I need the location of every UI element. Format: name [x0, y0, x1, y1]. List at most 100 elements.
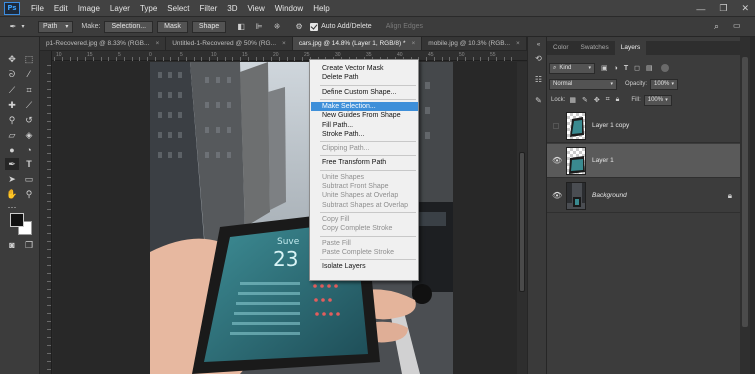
context-menu-item[interactable]: Fill Path...: [311, 121, 418, 130]
opacity-input[interactable]: 100% ▾: [650, 78, 679, 90]
workspace-icon[interactable]: ▭: [733, 21, 741, 30]
tab-swatches[interactable]: Swatches: [575, 41, 615, 55]
context-menu-item[interactable]: Create Vector Mask: [311, 64, 418, 73]
layer-row-layer-1[interactable]: 👁︎ Layer 1: [547, 144, 740, 178]
lock-position-icon[interactable]: ✥: [594, 96, 600, 104]
search-icon[interactable]: ⌕: [714, 21, 719, 32]
eye-icon[interactable]: 👁︎: [552, 191, 562, 201]
context-menu-item[interactable]: Delete Path: [311, 73, 418, 82]
scrollbar-thumb[interactable]: [519, 152, 525, 292]
canvas-vertical-scrollbar[interactable]: [517, 62, 527, 374]
blur-tool-icon[interactable]: ●: [5, 144, 19, 156]
close-icon[interactable]: ×: [282, 40, 286, 47]
artboard-tool-icon[interactable]: ⬚: [22, 53, 36, 65]
make-shape-button[interactable]: Shape: [191, 20, 227, 33]
pen-tool-icon[interactable]: ✒: [5, 158, 19, 170]
make-selection-button[interactable]: Selection...: [104, 20, 154, 33]
layer-row-layer-1-copy[interactable]: Layer 1 copy: [547, 109, 740, 143]
collapse-icon[interactable]: «: [533, 40, 544, 51]
magic-wand-icon[interactable]: ⁄: [22, 68, 36, 80]
blend-mode-select[interactable]: Normal ▾: [549, 78, 617, 90]
type-tool-icon[interactable]: T: [22, 158, 36, 170]
menu-3d[interactable]: 3D: [222, 4, 242, 13]
menu-window[interactable]: Window: [270, 4, 308, 13]
stamp-tool-icon[interactable]: ⚲: [5, 114, 19, 126]
close-button[interactable]: ✕: [741, 3, 749, 14]
scrollbar-thumb[interactable]: [742, 57, 748, 327]
filter-toggle[interactable]: [660, 64, 669, 72]
type-filter-icon[interactable]: T: [624, 65, 628, 72]
path-alignment-icon[interactable]: ⊫: [254, 22, 264, 32]
lock-all-icon[interactable]: 🔒︎: [616, 96, 620, 104]
eyedropper-icon[interactable]: ⟋: [5, 84, 19, 96]
screen-mode-icon[interactable]: ❐: [22, 239, 36, 251]
doc-tab[interactable]: mobile.jpg @ 10.3% (RGB... ×: [422, 37, 527, 50]
canvas-area[interactable]: Suve 23: [53, 62, 517, 374]
close-icon[interactable]: ×: [411, 40, 415, 47]
fill-input[interactable]: 100% ▾: [643, 94, 672, 106]
properties-panel-icon[interactable]: ☷: [533, 74, 544, 85]
healing-brush-icon[interactable]: ✚: [5, 99, 19, 111]
close-icon[interactable]: ×: [516, 40, 520, 47]
context-menu-item[interactable]: Make Selection...: [311, 101, 418, 111]
brush-tool-icon[interactable]: ⟋: [22, 99, 36, 111]
lasso-tool-icon[interactable]: ᘐ: [5, 68, 19, 80]
context-menu-item[interactable]: Define Custom Shape...: [311, 88, 418, 97]
context-menu-item[interactable]: New Guides From Shape: [311, 111, 418, 120]
adjustment-filter-icon[interactable]: ◑: [614, 65, 618, 72]
menu-file[interactable]: File: [26, 4, 49, 13]
layer-name[interactable]: Layer 1 copy: [592, 122, 629, 129]
layer-name[interactable]: Layer 1: [592, 157, 614, 164]
history-panel-icon[interactable]: ⟲: [533, 53, 544, 64]
path-selection-icon[interactable]: ➤: [5, 173, 19, 185]
chevron-down-icon[interactable]: ▾: [18, 22, 28, 32]
restore-button[interactable]: ❐: [719, 3, 727, 14]
artboard-lock-icon[interactable]: ⌗: [606, 96, 610, 104]
shape-filter-icon[interactable]: ◻: [634, 64, 640, 72]
history-brush-icon[interactable]: ↺: [22, 114, 36, 126]
menu-view[interactable]: View: [243, 4, 270, 13]
layer-name[interactable]: Background: [592, 192, 627, 199]
close-icon[interactable]: ×: [155, 40, 159, 47]
tool-mode-select[interactable]: Path ▾: [38, 20, 74, 33]
context-menu-item[interactable]: Stroke Path...: [311, 130, 418, 139]
lock-image-pixels-icon[interactable]: ✎: [582, 96, 588, 104]
doc-tab-active[interactable]: cars.jpg @ 14.8% (Layer 1, RGB/8) * ×: [292, 37, 423, 50]
foreground-color-swatch[interactable]: [10, 213, 24, 227]
context-menu-item[interactable]: Free Transform Path: [311, 158, 418, 167]
panel-scrollbar[interactable]: [740, 37, 750, 374]
eraser-tool-icon[interactable]: ▱: [5, 129, 19, 141]
eye-icon[interactable]: 👁︎: [552, 156, 562, 166]
kind-filter-select[interactable]: ⌕ Kind ▾: [549, 62, 595, 74]
doc-tab[interactable]: Untitled-1-Recovered @ 50% (RG... ×: [166, 37, 293, 50]
more-tools-icon[interactable]: ⋯: [5, 201, 19, 213]
pen-tool-icon[interactable]: ✒: [8, 22, 18, 32]
paint-bucket-icon[interactable]: ◈: [22, 129, 36, 141]
ruler-horizontal[interactable]: 10 15 5 0 5 10 15 20 25 30 35 40 45 50 55: [52, 51, 527, 61]
hand-tool-icon[interactable]: ✋: [5, 188, 19, 200]
layer-row-background[interactable]: 👁︎ Background 🔒︎: [547, 179, 740, 213]
lock-transparent-pixels-icon[interactable]: ▦: [569, 96, 576, 104]
smart-object-filter-icon[interactable]: ▤: [646, 64, 653, 72]
adjustments-panel-icon[interactable]: ✎: [533, 95, 544, 106]
photoshop-logo[interactable]: Ps: [4, 1, 20, 15]
menu-type[interactable]: Type: [135, 4, 162, 13]
move-tool-icon[interactable]: ✥: [5, 53, 19, 65]
tab-layers[interactable]: Layers: [614, 41, 647, 55]
menu-select[interactable]: Select: [162, 4, 194, 13]
doc-tab[interactable]: p1-Recovered.jpg @ 8.33% (RGB... ×: [40, 37, 167, 50]
quick-mask-icon[interactable]: ◙: [5, 239, 19, 251]
make-mask-button[interactable]: Mask: [157, 20, 188, 33]
context-menu-item[interactable]: Isolate Layers: [311, 262, 418, 271]
gear-icon[interactable]: ⚙: [294, 22, 304, 32]
tab-color[interactable]: Color: [547, 41, 575, 55]
menu-filter[interactable]: Filter: [195, 4, 223, 13]
visibility-toggle[interactable]: [553, 123, 559, 129]
rectangle-tool-icon[interactable]: ▭: [22, 173, 36, 185]
auto-add-delete-checkbox[interactable]: [310, 22, 319, 31]
pixel-filter-icon[interactable]: ▣: [601, 64, 608, 72]
dodge-tool-icon[interactable]: ◔: [22, 144, 36, 156]
crop-tool-icon[interactable]: ⌗: [22, 84, 36, 96]
minimize-button[interactable]: —: [696, 4, 705, 14]
menu-layer[interactable]: Layer: [105, 4, 135, 13]
